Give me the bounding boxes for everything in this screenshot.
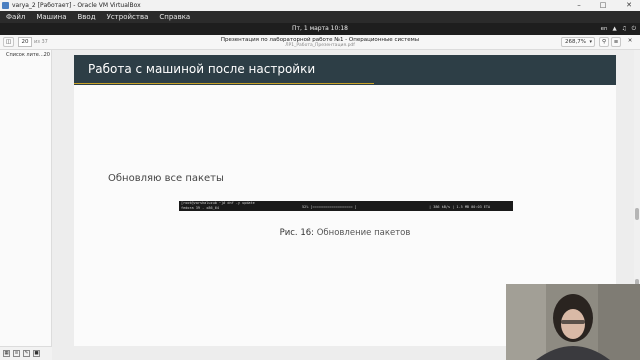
sidebar: Список лите… 20 (0, 50, 52, 346)
sidebar-mode-bar: ▦ ≡ ✎ ■ (0, 346, 52, 360)
network-icon[interactable]: ▲ (612, 26, 616, 32)
slide-title: Работа с машиной после настройки (88, 62, 316, 76)
outline-icon[interactable]: ≡ (13, 350, 20, 357)
zoom-select[interactable]: 268,7% ▾ (561, 37, 595, 47)
window-titlebar: varya_2 [Работает] - Oracle VM VirtualBo… (0, 0, 640, 11)
annotations-icon[interactable]: ✎ (23, 350, 30, 357)
attachments-icon[interactable]: ■ (33, 350, 40, 357)
figure-caption: Рис. 16: Обновление пакетов (74, 228, 616, 238)
terminal-command: [root@varshaluzub ~]# dnf -y update (181, 201, 255, 205)
minimize-icon[interactable]: – (572, 0, 586, 11)
scrollbar-thumb[interactable] (635, 208, 639, 220)
caption-label: Рис. 16: (279, 228, 315, 238)
vm-menu-bar: Файл Машина Ввод Устройства Справка (0, 11, 640, 23)
slide-header: Работа с машиной после настройки (74, 55, 616, 85)
search-icon[interactable]: ⚲ (599, 37, 609, 47)
terminal-stats: | 386 kB/s | 1.5 MB 00:03 ETA (429, 205, 491, 209)
document-viewer-toolbar: ◫ 20 из 37 Презентация по лабораторной р… (0, 35, 640, 50)
power-icon[interactable]: ⏻ (632, 26, 636, 33)
guest-top-bar: Пт, 1 марта 10:18 en ▲ ♫ ⏻ (0, 23, 640, 35)
zoom-value: 268,7% (565, 39, 586, 45)
menu-file[interactable]: Файл (6, 13, 25, 21)
caption-text: Обновление пакетов (314, 228, 411, 238)
chevron-down-icon: ▾ (589, 39, 592, 45)
keyboard-layout-indicator[interactable]: en (601, 26, 608, 32)
menu-machine[interactable]: Машина (36, 13, 66, 21)
system-tray: en ▲ ♫ ⏻ (601, 23, 636, 35)
sidebar-item-bibliography[interactable]: Список лите… 20 (6, 52, 50, 58)
menu-devices[interactable]: Устройства (107, 13, 149, 21)
document-area-footer (52, 346, 506, 360)
menu-icon[interactable]: ≡ (611, 37, 621, 47)
menu-input[interactable]: Ввод (78, 13, 96, 21)
virtualbox-app-icon (2, 2, 9, 9)
terminal-repo: fedora 39 - x86_64 (181, 206, 219, 210)
document-filename: ЛР1_Работа_Презентация.pdf (285, 43, 355, 48)
maximize-icon[interactable]: □ (596, 0, 610, 11)
header-accent-line (74, 83, 374, 84)
volume-icon[interactable]: ♫ (622, 26, 627, 32)
terminal-screenshot: [root@varshaluzub ~]# dnf -y update fedo… (179, 201, 513, 211)
guest-clock[interactable]: Пт, 1 марта 10:18 (0, 23, 640, 35)
thumbnails-icon[interactable]: ▦ (3, 350, 10, 357)
terminal-progress: 52% [=================== ] (302, 205, 357, 209)
close-document-icon[interactable]: ✕ (625, 37, 635, 47)
window-title: varya_2 [Работает] - Oracle VM VirtualBo… (12, 2, 141, 9)
webcam-person-image (506, 284, 640, 360)
slide-body-text: Обновляю все пакеты (108, 173, 224, 184)
menu-help[interactable]: Справка (159, 13, 190, 21)
webcam-overlay (506, 284, 640, 360)
close-icon[interactable]: ✕ (622, 0, 636, 11)
toc-label: Список лите… (6, 52, 44, 58)
toc-page: 20 (43, 52, 50, 58)
